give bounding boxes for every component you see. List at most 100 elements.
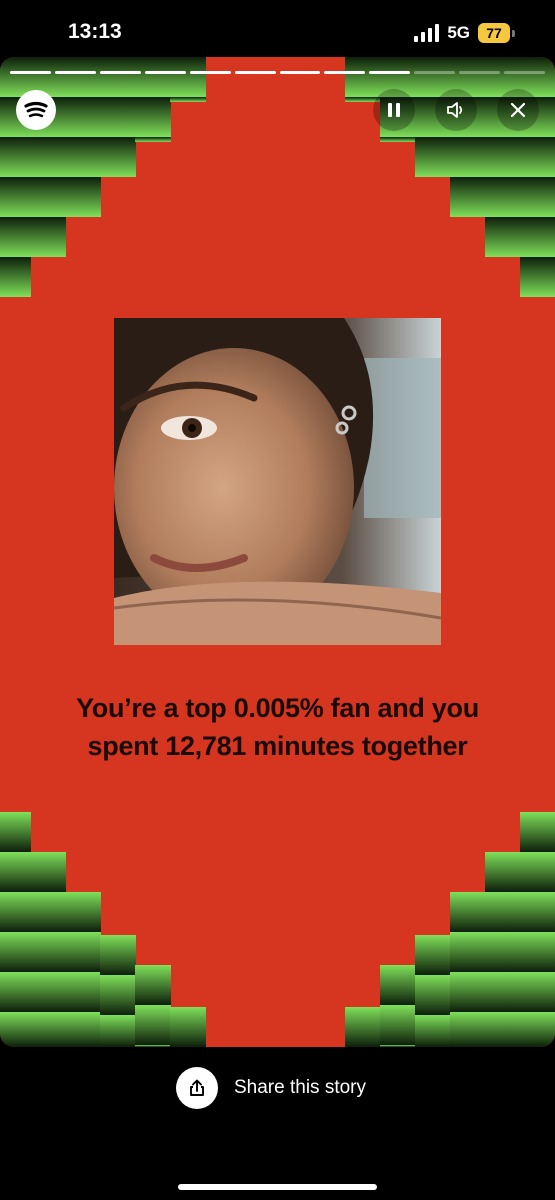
progress-segment: [324, 71, 366, 74]
pixel-tile: [520, 812, 555, 852]
artist-photo: [114, 318, 441, 645]
pixel-tile: [485, 1012, 521, 1047]
pixel-tile: [135, 57, 171, 97]
home-indicator: [178, 1184, 377, 1190]
pixel-tile: [65, 57, 101, 97]
pixel-tile: [485, 177, 521, 217]
pixel-tile: [450, 137, 486, 177]
story-caption: You’re a top 0.005% fan and you spent 12…: [40, 689, 515, 765]
pixel-tile: [485, 137, 521, 177]
pixel-tile: [415, 975, 451, 1015]
pixel-tile: [170, 57, 206, 97]
close-button[interactable]: [497, 89, 539, 131]
pixel-tile: [100, 935, 136, 975]
progress-segment: [414, 71, 456, 74]
pixel-tile: [0, 217, 31, 257]
progress-segment: [189, 71, 231, 74]
pixel-tile: [345, 1007, 381, 1047]
pixel-tile: [100, 137, 136, 177]
pixel-tile: [135, 965, 171, 1005]
pixel-tile: [485, 852, 521, 892]
pixel-tile: [415, 1015, 451, 1047]
pause-icon: [388, 103, 400, 117]
pixel-tile: [170, 97, 206, 102]
pixel-tile: [100, 97, 136, 137]
progress-segment: [10, 71, 51, 74]
pixel-tile: [0, 892, 31, 932]
pixel-tile: [100, 975, 136, 1015]
pixel-tile: [380, 1005, 416, 1045]
volume-icon: [447, 102, 463, 118]
pixel-tile: [345, 57, 381, 97]
status-time: 13:13: [68, 20, 122, 43]
pixel-tile: [0, 812, 31, 852]
pause-button[interactable]: [373, 89, 415, 131]
pixel-tile: [520, 257, 555, 297]
pixel-tile: [30, 177, 66, 217]
pixel-tile: [30, 932, 66, 972]
pixel-tile: [135, 1045, 171, 1047]
pixel-tile: [65, 972, 101, 1012]
signal-icon: [414, 24, 440, 42]
pixel-tile: [100, 57, 136, 97]
pixel-tile: [450, 1012, 486, 1047]
pixel-tile: [170, 1007, 206, 1047]
pixel-tile: [30, 217, 66, 257]
share-icon: [176, 1067, 218, 1109]
pixel-tile: [380, 137, 416, 142]
story-card[interactable]: You’re a top 0.005% fan and you spent 12…: [0, 57, 555, 1047]
pixel-tile: [30, 892, 66, 932]
share-story-button[interactable]: Share this story: [176, 1067, 366, 1109]
pixel-tile: [415, 137, 451, 177]
pixel-tile: [65, 1012, 101, 1047]
pixel-tile: [520, 892, 555, 932]
pixel-tile: [30, 137, 66, 177]
status-indicators: 5G 77: [414, 20, 515, 46]
battery-level: 77: [478, 23, 510, 43]
progress-segment: [54, 71, 96, 74]
pixel-tile: [135, 97, 171, 137]
pixel-tile: [65, 932, 101, 972]
battery-icon: 77: [478, 23, 515, 43]
progress-segment: [459, 71, 501, 74]
network-label: 5G: [447, 23, 470, 42]
pixel-tile: [0, 932, 31, 972]
pixel-tile: [135, 1005, 171, 1045]
volume-button[interactable]: [435, 89, 477, 131]
pixel-tile: [485, 972, 521, 1012]
pixel-tile: [520, 137, 555, 177]
pixel-tile: [450, 972, 486, 1012]
caption-line-2: spent 12,781 minutes together: [87, 731, 468, 761]
caption-line-1: You’re a top 0.005% fan and you: [76, 693, 479, 723]
pixel-tile: [485, 892, 521, 932]
pixel-tile: [65, 892, 101, 932]
pixel-tile: [380, 965, 416, 1005]
close-icon: [510, 102, 526, 118]
pixel-tile: [30, 972, 66, 1012]
pixel-tile: [520, 852, 555, 892]
pixel-tile: [485, 932, 521, 972]
progress-segment: [99, 71, 141, 74]
pixel-tile: [485, 217, 521, 257]
share-label: Share this story: [234, 1077, 366, 1098]
pixel-tile: [520, 217, 555, 257]
pixel-tile: [0, 137, 31, 177]
pixel-tile: [0, 972, 31, 1012]
pixel-tile: [0, 177, 31, 217]
pixel-tile: [450, 932, 486, 972]
spotify-logo-icon: [16, 90, 56, 130]
progress-segment: [279, 71, 321, 74]
pixel-tile: [415, 935, 451, 975]
pixel-tile: [380, 1045, 416, 1047]
pixel-tile: [100, 1015, 136, 1047]
pixel-tile: [135, 137, 171, 142]
progress-segment: [144, 71, 186, 74]
story-progress-bar: [10, 71, 546, 74]
progress-segment: [234, 71, 276, 74]
pixel-tile: [0, 1012, 31, 1047]
pixel-tile: [65, 137, 101, 177]
pixel-tile: [0, 257, 31, 297]
pixel-tile: [30, 1012, 66, 1047]
pixel-tile: [450, 892, 486, 932]
pixel-tile: [65, 97, 101, 137]
